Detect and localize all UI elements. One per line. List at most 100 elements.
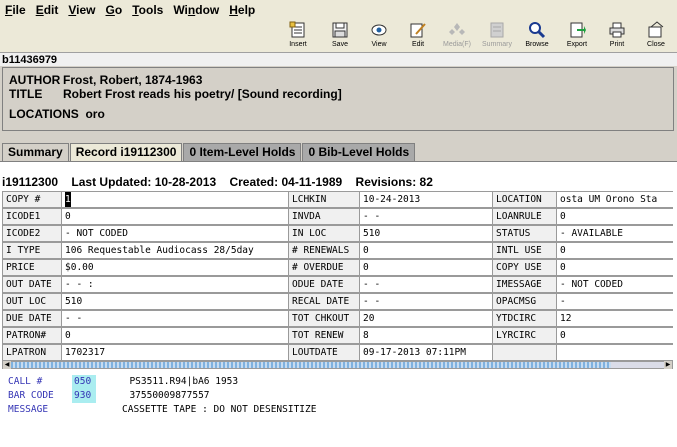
close-button[interactable]: Close: [637, 20, 675, 52]
view-button[interactable]: View: [360, 20, 398, 52]
field-label: [492, 344, 557, 361]
field-value[interactable]: [556, 344, 673, 361]
horizontal-scrollbar[interactable]: ◀ ▶: [2, 361, 673, 369]
view-icon: [371, 24, 387, 36]
varfield-message[interactable]: MESSAGE CASSETTE TAPE : DO NOT DESENSITIZ…: [0, 403, 316, 417]
printer-icon: [609, 22, 625, 38]
menu-bar: File Edit View Go Tools Window Help: [0, 0, 677, 20]
field-label: ICODE1: [2, 208, 62, 225]
print-button[interactable]: Print: [598, 20, 636, 52]
field-value[interactable]: - NOT CODED: [61, 225, 289, 242]
field-value[interactable]: - - :: [61, 276, 289, 293]
field-label: STATUS: [492, 225, 557, 242]
save-button[interactable]: Save: [321, 20, 359, 52]
field-value[interactable]: - -: [61, 310, 289, 327]
save-icon: [332, 22, 348, 38]
field-value[interactable]: osta UM Orono Sta: [556, 191, 673, 208]
insert-button[interactable]: Insert: [279, 20, 317, 52]
field-value[interactable]: 0: [61, 327, 289, 344]
field-value[interactable]: $0.00: [61, 259, 289, 276]
field-label: LOCATION: [492, 191, 557, 208]
varfield-call-number[interactable]: CALL # 050 PS3511.R94|bA6 1953: [0, 375, 238, 389]
menu-tools[interactable]: Tools: [127, 3, 168, 17]
menu-edit[interactable]: Edit: [31, 3, 64, 17]
field-value[interactable]: 0: [359, 259, 493, 276]
field-label: TOT RENEW: [288, 327, 360, 344]
menu-view[interactable]: View: [63, 3, 100, 17]
author-row: AUTHOR Frost, Robert, 1874-1963: [9, 73, 202, 87]
varfield-label: CALL #: [8, 376, 43, 387]
edit-button[interactable]: Edit: [399, 20, 437, 52]
field-value[interactable]: 10-24-2013: [359, 191, 493, 208]
field-label: PATRON#: [2, 327, 62, 344]
summary-button[interactable]: Summary: [478, 20, 516, 52]
field-label: INVDA: [288, 208, 360, 225]
field-label: COPY USE: [492, 259, 557, 276]
field-value[interactable]: 510: [359, 225, 493, 242]
scroll-left-icon[interactable]: ◀: [3, 361, 11, 369]
author-label: AUTHOR: [9, 73, 61, 87]
tab-record[interactable]: Record i19112300: [69, 143, 183, 162]
field-label: DUE DATE: [2, 310, 62, 327]
title-value: Robert Frost reads his poetry/ [Sound re…: [63, 87, 342, 101]
varfield-text: 37550009877557: [129, 390, 210, 401]
field-label: ODUE DATE: [288, 276, 360, 293]
menu-go[interactable]: Go: [101, 3, 128, 17]
field-value[interactable]: 1702317: [61, 344, 289, 361]
field-value[interactable]: 106 Requestable Audiocass 28/5day: [61, 242, 289, 259]
field-value[interactable]: 0: [556, 208, 673, 225]
field-value[interactable]: 0: [556, 327, 673, 344]
varfield-text: PS3511.R94|bA6 1953: [129, 376, 239, 387]
field-label: OPACMSG: [492, 293, 557, 310]
marc-tag: 930: [72, 389, 96, 403]
menu-help[interactable]: Help: [224, 3, 260, 17]
scroll-thumb[interactable]: [11, 362, 611, 368]
toolbar: Insert Save View Edit Media(F) Summary B…: [0, 20, 677, 52]
tab-summary[interactable]: Summary: [2, 143, 69, 161]
field-value[interactable]: 09-17-2013 07:11PM: [359, 344, 493, 361]
field-label: IMESSAGE: [492, 276, 557, 293]
field-value[interactable]: - NOT CODED: [556, 276, 673, 293]
magnifier-icon: [529, 22, 546, 39]
field-label: LPATRON: [2, 344, 62, 361]
title-row: TITLE Robert Frost reads his poetry/ [Sou…: [9, 87, 342, 101]
menu-file[interactable]: File: [0, 3, 31, 17]
field-value[interactable]: - AVAILABLE: [556, 225, 673, 242]
author-value: Frost, Robert, 1874-1963: [63, 73, 203, 87]
media-button[interactable]: Media(F): [438, 20, 476, 52]
field-value[interactable]: -: [556, 293, 673, 310]
tab-item-level-holds[interactable]: 0 Item-Level Holds: [183, 143, 302, 161]
field-label: LOANRULE: [492, 208, 557, 225]
field-label: OUT DATE: [2, 276, 62, 293]
marc-tag: 050: [72, 375, 96, 389]
menu-window[interactable]: Window: [168, 3, 224, 17]
field-value[interactable]: 0: [556, 259, 673, 276]
browse-button[interactable]: Browse: [518, 20, 556, 52]
export-icon: [570, 22, 586, 38]
field-label: LYRCIRC: [492, 327, 557, 344]
field-value[interactable]: 0: [556, 242, 673, 259]
field-value[interactable]: 1: [61, 191, 289, 208]
field-label: COPY #: [2, 191, 62, 208]
field-label: # OVERDUE: [288, 259, 360, 276]
varfield-barcode[interactable]: BAR CODE 930 37550009877557: [0, 389, 210, 403]
field-value[interactable]: 8: [359, 327, 493, 344]
field-label: RECAL DATE: [288, 293, 360, 310]
field-value[interactable]: - -: [359, 293, 493, 310]
export-button[interactable]: Export: [558, 20, 596, 52]
text-cursor: 1: [65, 192, 71, 207]
field-value[interactable]: 510: [61, 293, 289, 310]
field-value[interactable]: 20: [359, 310, 493, 327]
record-number: b11436979: [0, 52, 677, 66]
varfield-text: CASSETTE TAPE : DO NOT DESENSITIZE: [122, 404, 317, 415]
field-value[interactable]: 12: [556, 310, 673, 327]
scroll-right-icon[interactable]: ▶: [664, 361, 672, 369]
field-value[interactable]: 0: [359, 242, 493, 259]
field-label: OUT LOC: [2, 293, 62, 310]
field-value[interactable]: - -: [359, 276, 493, 293]
field-label: I TYPE: [2, 242, 62, 259]
record-tabs: Summary Record i19112300 0 Item-Level Ho…: [2, 143, 416, 162]
field-value[interactable]: - -: [359, 208, 493, 225]
tab-bib-level-holds[interactable]: 0 Bib-Level Holds: [302, 143, 416, 161]
field-value[interactable]: 0: [61, 208, 289, 225]
